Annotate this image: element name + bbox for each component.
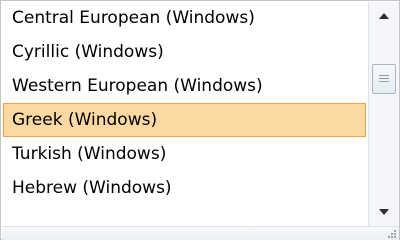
list-item-western-european[interactable]: Western European (Windows) — [3, 69, 366, 103]
resize-grip-icon[interactable] — [388, 230, 396, 238]
scroll-up-button[interactable] — [369, 2, 399, 30]
encoding-options-list: Central European (Windows) Cyrillic (Win… — [2, 2, 367, 226]
thumb-grip-line — [379, 78, 389, 79]
scroll-down-arrow-icon — [379, 209, 389, 215]
list-item-hebrew[interactable]: Hebrew (Windows) — [3, 171, 366, 205]
scrollbar-thumb[interactable] — [372, 64, 396, 94]
encoding-dropdown-list: Central European (Windows) Cyrillic (Win… — [0, 0, 400, 240]
list-item-greek[interactable]: Greek (Windows) — [3, 103, 366, 137]
list-item-turkish[interactable]: Turkish (Windows) — [3, 137, 366, 171]
scroll-down-button[interactable] — [369, 198, 399, 226]
thumb-grip-line — [379, 81, 389, 82]
list-item-central-european[interactable]: Central European (Windows) — [3, 2, 366, 35]
thumb-grip-line — [379, 75, 389, 76]
dropdown-footer — [2, 226, 399, 240]
vertical-scrollbar[interactable] — [368, 2, 399, 226]
list-item-cyrillic[interactable]: Cyrillic (Windows) — [3, 35, 366, 69]
scroll-up-arrow-icon — [379, 13, 389, 19]
